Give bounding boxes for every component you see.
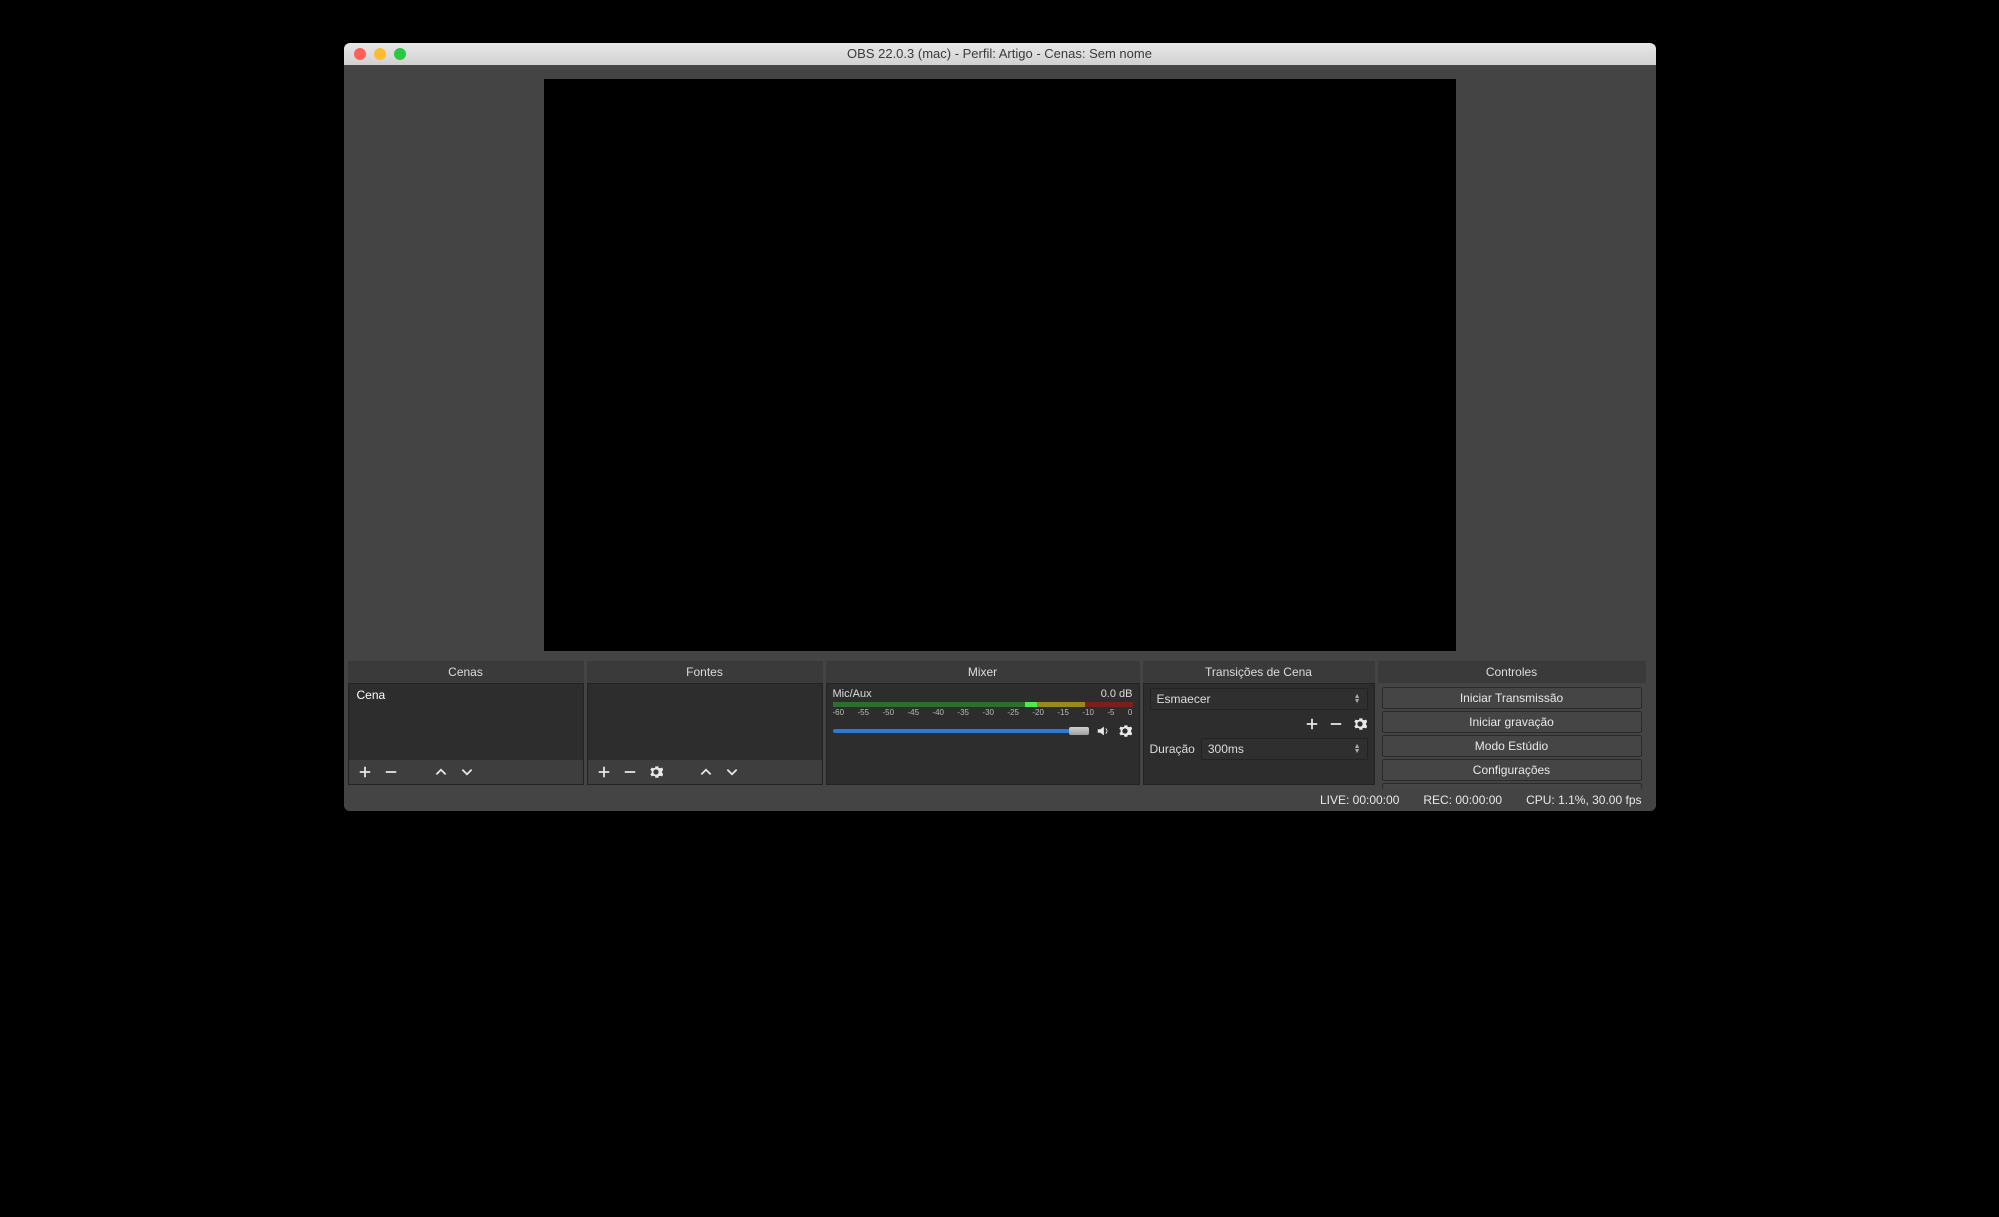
vu-tick: -35 — [957, 708, 969, 717]
scene-item[interactable]: Cena — [349, 684, 583, 706]
transitions-header: Transições de Cena — [1143, 661, 1375, 683]
start-recording-button[interactable]: Iniciar gravação — [1382, 711, 1642, 733]
vu-tick: -55 — [857, 708, 869, 717]
mixer-channel-level: 0.0 dB — [1101, 688, 1133, 700]
minus-icon[interactable] — [383, 764, 399, 780]
plus-icon[interactable] — [596, 764, 612, 780]
vu-meter: -60 -55 -50 -45 -40 -35 -30 -25 -20 -15 … — [833, 702, 1133, 717]
controls-panel: Controles Iniciar Transmissão Iniciar gr… — [1378, 661, 1646, 785]
scenes-list[interactable]: Cena — [349, 684, 583, 760]
vu-tick: -45 — [907, 708, 919, 717]
status-cpu: CPU: 1.1%, 30.00 fps — [1526, 793, 1641, 807]
vu-tick: 0 — [1128, 708, 1132, 717]
gear-icon[interactable] — [1117, 723, 1133, 739]
scenes-toolbar — [349, 760, 583, 784]
vu-tick: -60 — [833, 708, 845, 717]
zoom-window-button[interactable] — [394, 48, 406, 60]
preview-area — [344, 65, 1656, 661]
speaker-icon[interactable] — [1095, 723, 1111, 739]
minus-icon[interactable] — [1328, 716, 1344, 732]
transition-select[interactable]: Esmaecer ▲▼ — [1150, 688, 1368, 710]
vu-tick: -50 — [882, 708, 894, 717]
preview-canvas[interactable] — [544, 79, 1456, 651]
traffic-lights — [344, 48, 406, 60]
stepper-icon: ▲▼ — [1354, 744, 1361, 754]
gear-icon[interactable] — [1352, 716, 1368, 732]
sources-toolbar — [588, 760, 822, 784]
start-streaming-button[interactable]: Iniciar Transmissão — [1382, 687, 1642, 709]
vu-tick: -10 — [1082, 708, 1094, 717]
transition-selected-value: Esmaecer — [1157, 692, 1211, 706]
app-window: OBS 22.0.3 (mac) - Perfil: Artigo - Cena… — [344, 43, 1656, 811]
chevron-down-icon[interactable] — [724, 764, 740, 780]
mixer-panel: Mixer Mic/Aux 0.0 dB — [826, 661, 1140, 785]
volume-slider-thumb[interactable] — [1069, 727, 1089, 735]
close-window-button[interactable] — [354, 48, 366, 60]
studio-mode-button[interactable]: Modo Estúdio — [1382, 735, 1642, 757]
mixer-channel: Mic/Aux 0.0 dB -60 -55 -5 — [827, 684, 1139, 784]
minimize-window-button[interactable] — [374, 48, 386, 60]
status-bar: LIVE: 00:00:00 REC: 00:00:00 CPU: 1.1%, … — [344, 789, 1656, 811]
controls-header: Controles — [1378, 661, 1646, 683]
volume-slider[interactable] — [833, 729, 1089, 733]
sources-list[interactable] — [588, 684, 822, 760]
gear-icon[interactable] — [648, 764, 664, 780]
select-stepper-icon: ▲▼ — [1354, 694, 1361, 704]
plus-icon[interactable] — [357, 764, 373, 780]
vu-tick: -20 — [1032, 708, 1044, 717]
vu-ticks: -60 -55 -50 -45 -40 -35 -30 -25 -20 -15 … — [833, 708, 1133, 717]
duration-label: Duração — [1150, 742, 1195, 756]
chevron-up-icon[interactable] — [433, 764, 449, 780]
settings-button[interactable]: Configurações — [1382, 759, 1642, 781]
bottom-panels: Cenas Cena — [344, 661, 1656, 789]
duration-value: 300ms — [1208, 742, 1244, 756]
scenes-panel: Cenas Cena — [348, 661, 584, 785]
mixer-channel-name: Mic/Aux — [833, 688, 872, 700]
vu-tick: -40 — [932, 708, 944, 717]
duration-input[interactable]: 300ms ▲▼ — [1201, 738, 1368, 760]
sources-header: Fontes — [587, 661, 823, 683]
vu-tick: -5 — [1107, 708, 1114, 717]
vu-tick: -15 — [1057, 708, 1069, 717]
titlebar: OBS 22.0.3 (mac) - Perfil: Artigo - Cena… — [344, 43, 1656, 65]
status-rec: REC: 00:00:00 — [1423, 793, 1502, 807]
transitions-panel: Transições de Cena Esmaecer ▲▼ — [1143, 661, 1375, 785]
chevron-down-icon[interactable] — [459, 764, 475, 780]
scenes-header: Cenas — [348, 661, 584, 683]
plus-icon[interactable] — [1304, 716, 1320, 732]
window-title: OBS 22.0.3 (mac) - Perfil: Artigo - Cena… — [344, 46, 1656, 61]
status-live: LIVE: 00:00:00 — [1320, 793, 1399, 807]
mixer-header: Mixer — [826, 661, 1140, 683]
vu-tick: -25 — [1007, 708, 1019, 717]
minus-icon[interactable] — [622, 764, 638, 780]
chevron-up-icon[interactable] — [698, 764, 714, 780]
vu-tick: -30 — [982, 708, 994, 717]
sources-panel: Fontes — [587, 661, 823, 785]
